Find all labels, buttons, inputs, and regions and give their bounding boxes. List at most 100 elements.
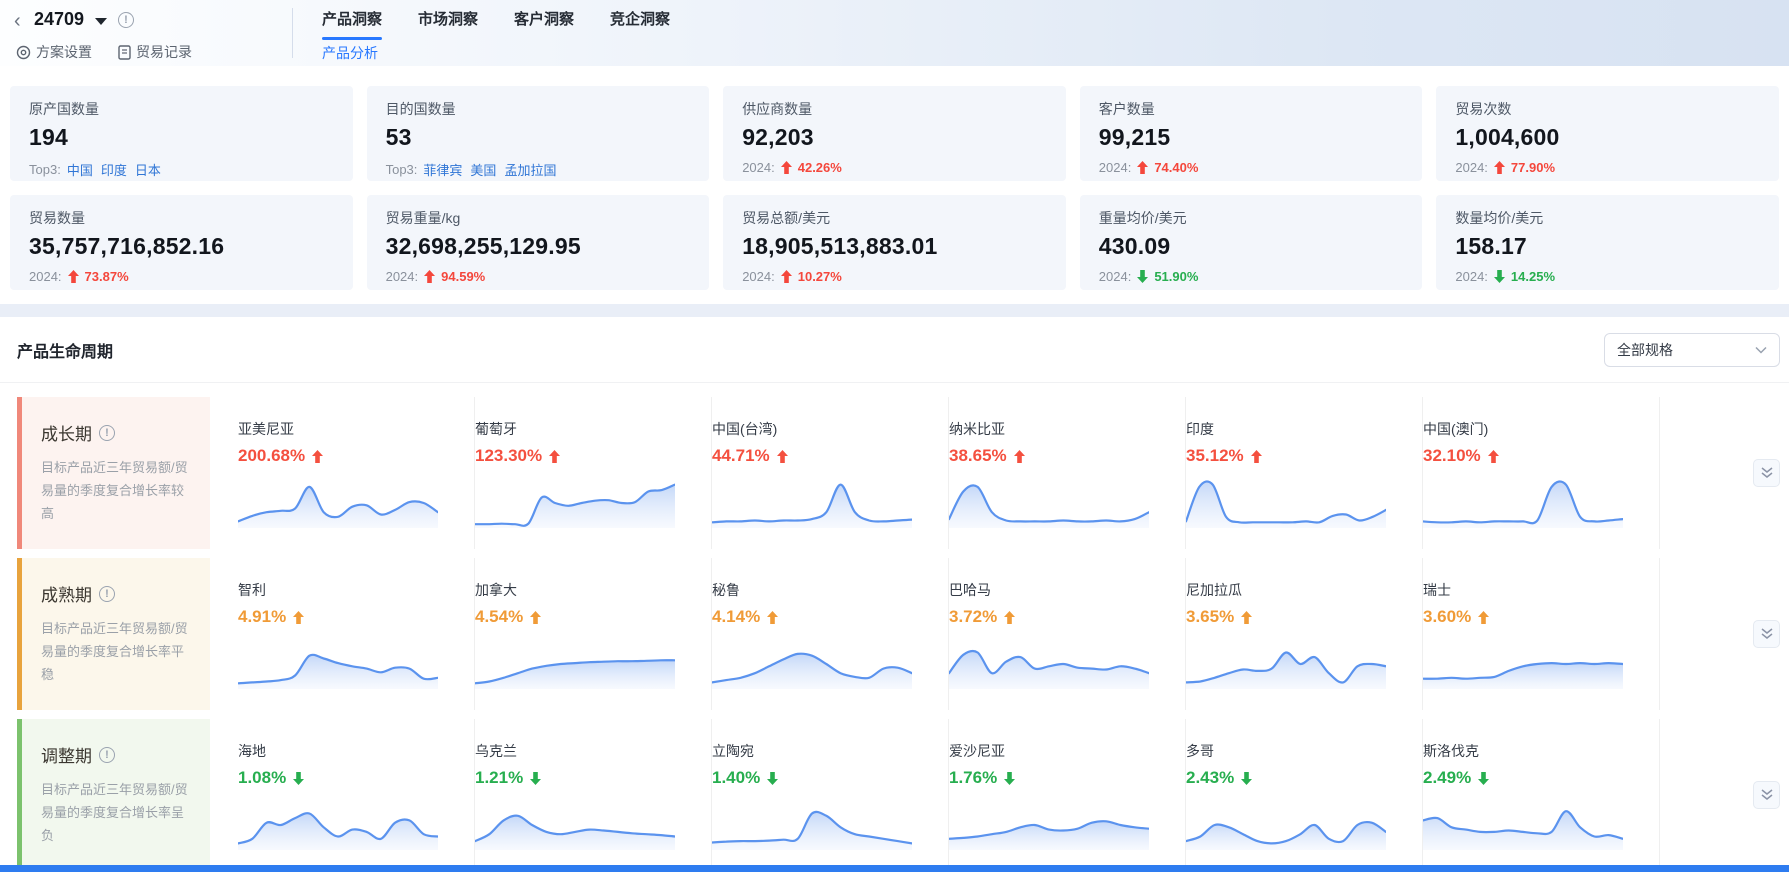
top3-link[interactable]: 中国 bbox=[67, 160, 93, 179]
top3-link[interactable]: 印度 bbox=[101, 160, 127, 179]
country-trend-cell[interactable]: 尼加拉瓜3.65% bbox=[1186, 558, 1423, 710]
growth-percent-value: 3.65% bbox=[1186, 607, 1234, 627]
trend-sparkline bbox=[1423, 796, 1623, 850]
country-trend-cell[interactable]: 斯洛伐克2.49% bbox=[1423, 719, 1660, 871]
trade-records-button[interactable]: 贸易记录 bbox=[118, 42, 192, 62]
stat-card-sub: 2024:77.90% bbox=[1455, 160, 1760, 175]
stat-card: 原产国数量194Top3:中国印度日本 bbox=[10, 86, 353, 181]
expand-more-button[interactable] bbox=[1753, 781, 1780, 809]
caret-down-icon[interactable] bbox=[95, 18, 107, 25]
arrow-up-icon bbox=[1478, 611, 1489, 624]
country-trend-cell[interactable]: 加拿大4.54% bbox=[475, 558, 712, 710]
arrow-up-icon bbox=[1494, 161, 1505, 174]
country-trend-cell[interactable]: 亚美尼亚200.68% bbox=[238, 397, 475, 549]
country-name: 亚美尼亚 bbox=[238, 419, 456, 439]
country-trend-cell[interactable]: 爱沙尼亚1.76% bbox=[949, 719, 1186, 871]
country-name: 立陶宛 bbox=[712, 741, 930, 761]
country-name: 秘鲁 bbox=[712, 580, 930, 600]
tab-1[interactable]: 产品洞察 bbox=[322, 8, 382, 40]
spec-filter-select[interactable]: 全部规格 bbox=[1604, 333, 1780, 367]
country-trend-cell[interactable]: 瑞士3.60% bbox=[1423, 558, 1660, 710]
country-trend-cell[interactable]: 多哥2.43% bbox=[1186, 719, 1423, 871]
dashboard-page: ‹ 24709 ! 方案设置 贸易记录 产品洞察 市场洞察 客户洞察 竞企洞察 产品分… bbox=[0, 0, 1789, 872]
back-chevron-icon[interactable]: ‹ bbox=[14, 10, 21, 33]
cycle-stage-label: 调整期! 目标产品近三年贸易额/贸易量的季度复合增长率呈负 bbox=[17, 719, 210, 871]
cycle-stage-desc: 目标产品近三年贸易额/贸易量的季度复合增长率较高 bbox=[41, 457, 196, 525]
stat-card-title: 原产国数量 bbox=[29, 99, 334, 119]
main-tabs: 产品洞察 市场洞察 客户洞察 竞企洞察 bbox=[322, 8, 670, 40]
top3-link[interactable]: 孟加拉国 bbox=[504, 160, 556, 179]
trend-sparkline bbox=[1186, 635, 1386, 689]
country-trend-cell[interactable]: 秘鲁4.14% bbox=[712, 558, 949, 710]
growth-percent: 1.40% bbox=[712, 768, 930, 788]
top3-link[interactable]: 日本 bbox=[135, 160, 161, 179]
arrow-up-icon bbox=[1488, 450, 1499, 463]
stat-card: 贸易总额/美元18,905,513,883.012024:10.27% bbox=[723, 195, 1066, 290]
trend-sparkline bbox=[475, 474, 675, 528]
stat-card-sub-label: 2024: bbox=[1099, 269, 1132, 284]
growth-percent-value: 1.40% bbox=[712, 768, 760, 788]
tab-2[interactable]: 市场洞察 bbox=[418, 8, 478, 40]
stats-row-2: 贸易数量35,757,716,852.162024:73.87%贸易重量/kg3… bbox=[10, 195, 1779, 290]
stat-card-sub: 2024:10.27% bbox=[742, 269, 1047, 284]
country-trend-cell[interactable]: 中国(台湾)44.71% bbox=[712, 397, 949, 549]
header-actions: 方案设置 贸易记录 bbox=[16, 42, 192, 62]
double-chevron-down-icon bbox=[1761, 628, 1773, 640]
stat-card: 客户数量99,2152024:74.40% bbox=[1080, 86, 1423, 181]
info-icon[interactable]: ! bbox=[118, 12, 134, 28]
country-name: 斯洛伐克 bbox=[1423, 741, 1641, 761]
arrow-up-icon bbox=[1137, 161, 1148, 174]
cycle-stage-name-line: 成熟期! bbox=[41, 581, 196, 606]
stats-row-1: 原产国数量194Top3:中国印度日本目的国数量53Top3:菲律宾美国孟加拉国… bbox=[10, 86, 1779, 181]
stat-card-value: 35,757,716,852.16 bbox=[29, 233, 334, 260]
info-icon[interactable]: ! bbox=[99, 747, 115, 763]
plan-settings-button[interactable]: 方案设置 bbox=[16, 42, 92, 62]
expand-more-button[interactable] bbox=[1753, 620, 1780, 648]
top3-link[interactable]: 菲律宾 bbox=[423, 160, 462, 179]
tab-4[interactable]: 竞企洞察 bbox=[610, 8, 670, 40]
arrow-up-icon bbox=[530, 611, 541, 624]
country-trend-cell[interactable]: 乌克兰1.21% bbox=[475, 719, 712, 871]
stat-card-sub-label: 2024: bbox=[1455, 160, 1488, 175]
cycle-stage-name-line: 成长期! bbox=[41, 420, 196, 445]
stat-card-pct: 74.40% bbox=[1154, 160, 1198, 175]
country-name: 纳米比亚 bbox=[949, 419, 1167, 439]
cycle-stage-desc: 目标产品近三年贸易额/贸易量的季度复合增长率呈负 bbox=[41, 779, 196, 847]
subtab-product-analysis[interactable]: 产品分析 bbox=[322, 43, 378, 63]
stat-card: 贸易次数1,004,6002024:77.90% bbox=[1436, 86, 1779, 181]
tab-label: 客户洞察 bbox=[514, 11, 574, 28]
country-trend-cell[interactable]: 智利4.91% bbox=[238, 558, 475, 710]
arrow-up-icon bbox=[1004, 611, 1015, 624]
stat-card-title: 贸易重量/kg bbox=[386, 208, 691, 228]
growth-percent-value: 35.12% bbox=[1186, 446, 1244, 466]
bottom-scrollbar[interactable] bbox=[0, 865, 1789, 872]
stat-card-title: 客户数量 bbox=[1099, 99, 1404, 119]
trend-sparkline bbox=[1186, 796, 1386, 850]
tab-label: 市场洞察 bbox=[418, 11, 478, 28]
country-trend-cell[interactable]: 纳米比亚38.65% bbox=[949, 397, 1186, 549]
tab-3[interactable]: 客户洞察 bbox=[514, 8, 574, 40]
stat-card-value: 53 bbox=[386, 124, 691, 151]
country-trend-cell[interactable]: 印度35.12% bbox=[1186, 397, 1423, 549]
country-trend-cell[interactable]: 葡萄牙123.30% bbox=[475, 397, 712, 549]
plan-id-title[interactable]: 24709 bbox=[34, 9, 84, 30]
top3-link[interactable]: 美国 bbox=[470, 160, 496, 179]
tab-underline bbox=[514, 37, 574, 40]
cycle-stage-name-line: 调整期! bbox=[41, 742, 196, 767]
stat-card-title: 贸易总额/美元 bbox=[742, 208, 1047, 228]
country-trend-cell[interactable]: 中国(澳门)32.10% bbox=[1423, 397, 1660, 549]
stat-card-value: 99,215 bbox=[1099, 124, 1404, 151]
arrow-down-icon bbox=[1478, 772, 1489, 785]
stat-card-value: 92,203 bbox=[742, 124, 1047, 151]
info-icon[interactable]: ! bbox=[99, 586, 115, 602]
header-divider bbox=[292, 8, 293, 58]
arrow-up-icon bbox=[767, 611, 778, 624]
info-icon[interactable]: ! bbox=[99, 425, 115, 441]
growth-percent: 1.08% bbox=[238, 768, 456, 788]
country-trend-cell[interactable]: 巴哈马3.72% bbox=[949, 558, 1186, 710]
tab-label: 竞企洞察 bbox=[610, 11, 670, 28]
expand-more-button[interactable] bbox=[1753, 459, 1780, 487]
trend-sparkline bbox=[712, 796, 912, 850]
country-trend-cell[interactable]: 海地1.08% bbox=[238, 719, 475, 871]
country-trend-cell[interactable]: 立陶宛 1.40% bbox=[712, 719, 949, 871]
